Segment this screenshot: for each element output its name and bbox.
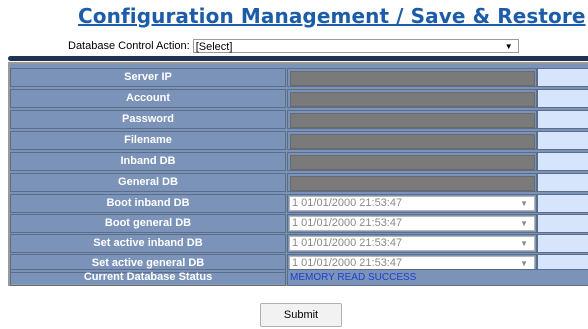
general-db-cell — [287, 173, 537, 192]
inband-db-label: Inband DB — [10, 152, 286, 171]
boot-general-db-label: Boot general DB — [10, 214, 286, 233]
filename-label: Filename — [10, 131, 286, 150]
general-db-input[interactable] — [290, 176, 535, 191]
form-row-boot-inband-db: Boot inband DB 1 01/01/2000 21:53:47 ▼ — [10, 194, 588, 213]
row-side-cell — [537, 68, 588, 87]
server-ip-cell — [287, 68, 537, 87]
general-db-label: General DB — [10, 173, 286, 192]
row-side-cell — [537, 152, 588, 171]
row-side-cell — [537, 234, 588, 253]
chevron-down-icon: ▼ — [520, 239, 528, 248]
row-side-cell — [537, 194, 588, 213]
boot-general-db-value: 1 01/01/2000 21:53:47 — [292, 217, 403, 229]
set-active-general-db-value: 1 01/01/2000 21:53:47 — [292, 257, 403, 269]
set-active-inband-db-select[interactable]: 1 01/01/2000 21:53:47 ▼ — [289, 236, 535, 251]
chevron-down-icon: ▼ — [504, 42, 513, 51]
config-form-panel: Server IP Account Password Filename Inba… — [8, 62, 588, 286]
password-cell — [287, 110, 537, 129]
form-row-server-ip: Server IP — [10, 68, 588, 87]
form-row-boot-general-db: Boot general DB 1 01/01/2000 21:53:47 ▼ — [10, 214, 588, 233]
row-side-cell — [537, 173, 588, 192]
set-active-inband-db-value: 1 01/01/2000 21:53:47 — [292, 237, 403, 249]
boot-general-db-select[interactable]: 1 01/01/2000 21:53:47 ▼ — [289, 216, 535, 231]
submit-button[interactable]: Submit — [260, 303, 342, 327]
database-control-action-label: Database Control Action: — [68, 40, 190, 52]
boot-inband-db-cell: 1 01/01/2000 21:53:47 ▼ — [287, 194, 537, 213]
account-cell — [287, 89, 537, 108]
inband-db-input[interactable] — [290, 155, 535, 170]
chevron-down-icon: ▼ — [520, 219, 528, 228]
form-row-password: Password — [10, 110, 588, 129]
inband-db-cell — [287, 152, 537, 171]
database-control-action-value: [Select] — [195, 41, 233, 53]
form-row-general-db: General DB — [10, 173, 588, 192]
form-row-account: Account — [10, 89, 588, 108]
panel-top-bar — [8, 56, 588, 61]
row-side-cell — [537, 89, 588, 108]
form-row-filename: Filename — [10, 131, 588, 150]
form-row-inband-db: Inband DB — [10, 152, 588, 171]
current-db-status-label: Current Database Status — [10, 269, 286, 286]
database-control-action-row: Database Control Action: [Select] ▼ — [68, 38, 519, 54]
password-input[interactable] — [290, 113, 535, 128]
row-side-cell — [537, 110, 588, 129]
set-active-inband-db-cell: 1 01/01/2000 21:53:47 ▼ — [287, 234, 537, 253]
current-db-status-cell: MEMORY READ SUCCESS — [287, 269, 588, 286]
page-title: Configuration Management / Save & Restor… — [78, 4, 586, 28]
set-active-inband-db-label: Set active inband DB — [10, 234, 286, 253]
boot-inband-db-select[interactable]: 1 01/01/2000 21:53:47 ▼ — [289, 196, 535, 211]
current-db-status-value: MEMORY READ SUCCESS — [290, 272, 417, 283]
password-label: Password — [10, 110, 286, 129]
chevron-down-icon: ▼ — [520, 199, 528, 208]
row-side-cell — [537, 131, 588, 150]
database-control-action-select[interactable]: [Select] ▼ — [192, 39, 519, 53]
form-row-set-active-inband-db: Set active inband DB 1 01/01/2000 21:53:… — [10, 234, 588, 253]
filename-cell — [287, 131, 537, 150]
boot-general-db-cell: 1 01/01/2000 21:53:47 ▼ — [287, 214, 537, 233]
boot-inband-db-label: Boot inband DB — [10, 194, 286, 213]
server-ip-label: Server IP — [10, 68, 286, 87]
row-side-cell — [537, 214, 588, 233]
account-input[interactable] — [290, 92, 535, 107]
account-label: Account — [10, 89, 286, 108]
form-row-current-status: Current Database Status MEMORY READ SUCC… — [10, 269, 588, 286]
boot-inband-db-value: 1 01/01/2000 21:53:47 — [292, 197, 403, 209]
server-ip-input[interactable] — [290, 71, 535, 86]
filename-input[interactable] — [290, 134, 535, 149]
